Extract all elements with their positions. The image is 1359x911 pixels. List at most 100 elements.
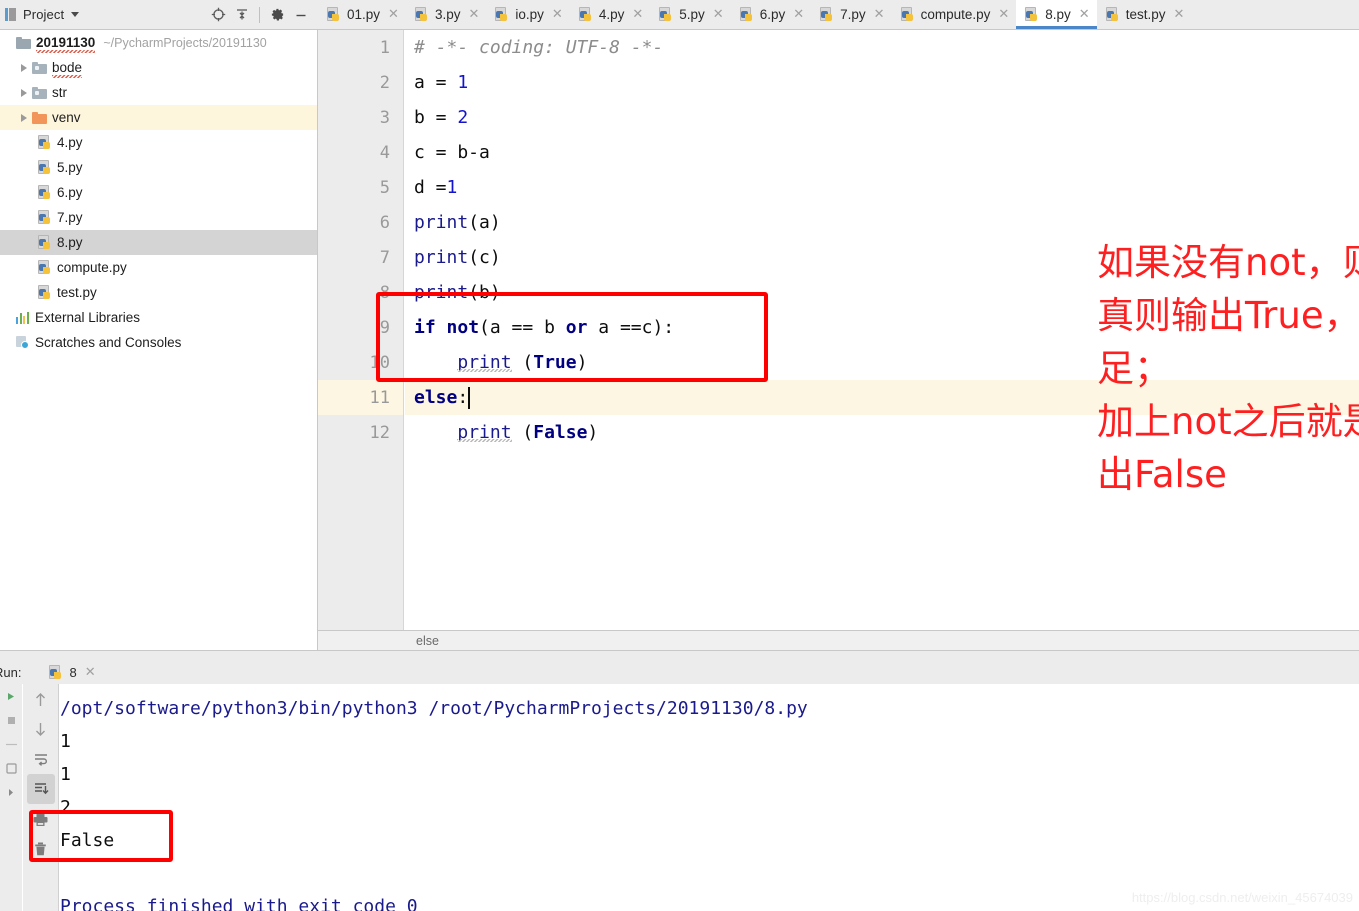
- console-line: False: [60, 830, 115, 851]
- expand-icon[interactable]: [0, 780, 22, 804]
- tree-item-label: 6.py: [57, 185, 83, 200]
- code-line[interactable]: c = b-a: [405, 135, 1359, 170]
- console-output[interactable]: /opt/software/python3/bin/python3 /root/…: [60, 684, 1359, 911]
- close-icon[interactable]: ✕: [632, 8, 643, 21]
- python-file-icon: [739, 7, 754, 22]
- python-file-icon: [49, 664, 63, 680]
- folder-gray-icon: [32, 86, 47, 99]
- tab-label: test.py: [1125, 7, 1166, 22]
- python-file-icon: [495, 7, 509, 22]
- close-icon[interactable]: ✕: [1079, 8, 1090, 21]
- python-file-icon: [659, 7, 673, 22]
- tree-root-row[interactable]: 20191130 ~/PycharmProjects/20191130: [0, 30, 317, 55]
- tree-item-4-py[interactable]: 4.py: [0, 130, 317, 155]
- project-tree[interactable]: 20191130 ~/PycharmProjects/20191130 bode…: [0, 30, 318, 650]
- close-icon[interactable]: ✕: [1173, 8, 1184, 21]
- rerun-icon[interactable]: [0, 684, 22, 708]
- tree-item-scratches[interactable]: Scratches and Consoles: [0, 330, 317, 355]
- breadcrumb[interactable]: else: [318, 630, 1359, 651]
- code-line[interactable]: print (a): [405, 205, 1359, 240]
- editor-tab-compute-py[interactable]: compute.py ✕: [892, 0, 1017, 29]
- top-bar: Project 01.py ✕ 3.py ✕ io.py ✕ 4.py ✕ 5.py ✕ 6.py ✕…: [0, 0, 1359, 30]
- toolbar-divider: [259, 6, 260, 23]
- tree-item-venv[interactable]: venv: [0, 105, 317, 130]
- tab-label: 7.py: [840, 7, 866, 22]
- run-tab-label: 8: [69, 664, 77, 680]
- close-icon[interactable]: ✕: [85, 664, 96, 680]
- console-line: 2: [60, 797, 71, 818]
- project-panel-title: Project: [23, 7, 65, 22]
- tree-item-6-py[interactable]: 6.py: [0, 180, 317, 205]
- close-icon[interactable]: ✕: [388, 8, 399, 21]
- editor-tab-7-py[interactable]: 7.py ✕: [811, 0, 891, 29]
- pin-icon[interactable]: [0, 756, 22, 780]
- gear-icon[interactable]: [266, 4, 288, 26]
- locate-icon[interactable]: [207, 4, 229, 26]
- editor-tab-6-py[interactable]: 6.py ✕: [731, 0, 811, 29]
- print-icon[interactable]: [23, 804, 58, 834]
- editor-tab-io-py[interactable]: io.py ✕: [486, 0, 569, 29]
- trash-icon[interactable]: [23, 834, 58, 864]
- chevron-down-icon[interactable]: [71, 12, 80, 17]
- tab-label: compute.py: [920, 7, 991, 22]
- collapse-all-icon[interactable]: [231, 4, 253, 26]
- editor-tab-5-py[interactable]: 5.py ✕: [650, 0, 730, 29]
- rail-divider-icon: [0, 732, 22, 756]
- tab-label: 3.py: [434, 7, 461, 22]
- tree-item-external-libraries[interactable]: External Libraries: [0, 305, 317, 330]
- tree-item-bode[interactable]: bode: [0, 55, 317, 80]
- tree-item-compute-py[interactable]: compute.py: [0, 255, 317, 280]
- project-root-path: ~/PycharmProjects/20191130: [103, 35, 267, 50]
- tree-item-8-py[interactable]: 8.py: [0, 230, 317, 255]
- soft-wrap-icon[interactable]: [23, 744, 58, 774]
- tree-item-7-py[interactable]: 7.py: [0, 205, 317, 230]
- code-line[interactable]: # -*- coding: UTF-8 -*-: [405, 30, 1359, 65]
- run-panel-label: Run:: [0, 664, 22, 680]
- arrow-up-icon[interactable]: [23, 684, 58, 714]
- expand-arrow-icon[interactable]: [16, 113, 32, 122]
- scroll-to-end-icon[interactable]: [26, 774, 55, 804]
- tree-item-label: str: [52, 85, 67, 100]
- python-file-icon: [38, 285, 52, 300]
- python-file-icon: [38, 185, 52, 200]
- close-icon[interactable]: ✕: [468, 8, 479, 21]
- code-line[interactable]: a = 1: [405, 65, 1359, 100]
- arrow-down-icon[interactable]: [23, 714, 58, 744]
- editor-tab-8-py[interactable]: 8.py ✕: [1016, 0, 1098, 29]
- tree-item-5-py[interactable]: 5.py: [0, 155, 317, 180]
- editor-tab-strip: 01.py ✕ 3.py ✕ io.py ✕ 4.py ✕ 5.py ✕ 6.py ✕ 7.py ✕ com…: [318, 0, 1359, 29]
- editor-tab-01-py[interactable]: 01.py ✕: [318, 0, 406, 29]
- close-icon[interactable]: ✕: [998, 8, 1009, 21]
- python-file-icon: [38, 210, 52, 225]
- project-panel-header: Project: [0, 0, 318, 29]
- code-editor[interactable]: 1 2 3 4 5 6 7 8 9 10 11 12 # -*- coding: UTF-8 -*- a…: [318, 30, 1359, 630]
- python-file-icon: [578, 7, 593, 22]
- python-file-icon: [820, 7, 834, 22]
- tree-item-label: compute.py: [57, 260, 127, 275]
- tab-label: 8.py: [1045, 7, 1071, 22]
- red-annotation-text: 如果没有not，则只要有一个条件为真则输出True，if中的条件已经满足； 加上…: [1097, 241, 1359, 496]
- editor-tab-3-py[interactable]: 3.py ✕: [406, 0, 486, 29]
- tree-item-str[interactable]: str: [0, 80, 317, 105]
- expand-arrow-icon[interactable]: [16, 63, 32, 72]
- console-line: 1: [60, 764, 71, 785]
- run-configuration-tab[interactable]: 8 ✕: [49, 664, 96, 680]
- tree-item-test-py[interactable]: test.py: [0, 280, 317, 305]
- expand-arrow-icon[interactable]: [16, 88, 32, 97]
- minimize-icon[interactable]: [290, 4, 312, 26]
- code-line[interactable]: d = 1: [405, 170, 1359, 205]
- stop-icon[interactable]: [0, 708, 22, 732]
- line-number: 4: [379, 142, 390, 163]
- console-line: /opt/software/python3/bin/python3 /root/…: [60, 698, 808, 719]
- close-icon[interactable]: ✕: [874, 8, 885, 21]
- line-number: 12: [369, 422, 390, 443]
- python-file-icon: [38, 260, 52, 275]
- close-icon[interactable]: ✕: [713, 8, 724, 21]
- tree-item-label: 7.py: [57, 210, 83, 225]
- close-icon[interactable]: ✕: [552, 8, 563, 21]
- editor-tab-4-py[interactable]: 4.py ✕: [570, 0, 650, 29]
- close-icon[interactable]: ✕: [793, 8, 804, 21]
- editor-tab-test-py[interactable]: test.py ✕: [1097, 0, 1192, 29]
- tree-item-label: bode: [52, 60, 83, 78]
- code-line[interactable]: b = 2: [405, 100, 1359, 135]
